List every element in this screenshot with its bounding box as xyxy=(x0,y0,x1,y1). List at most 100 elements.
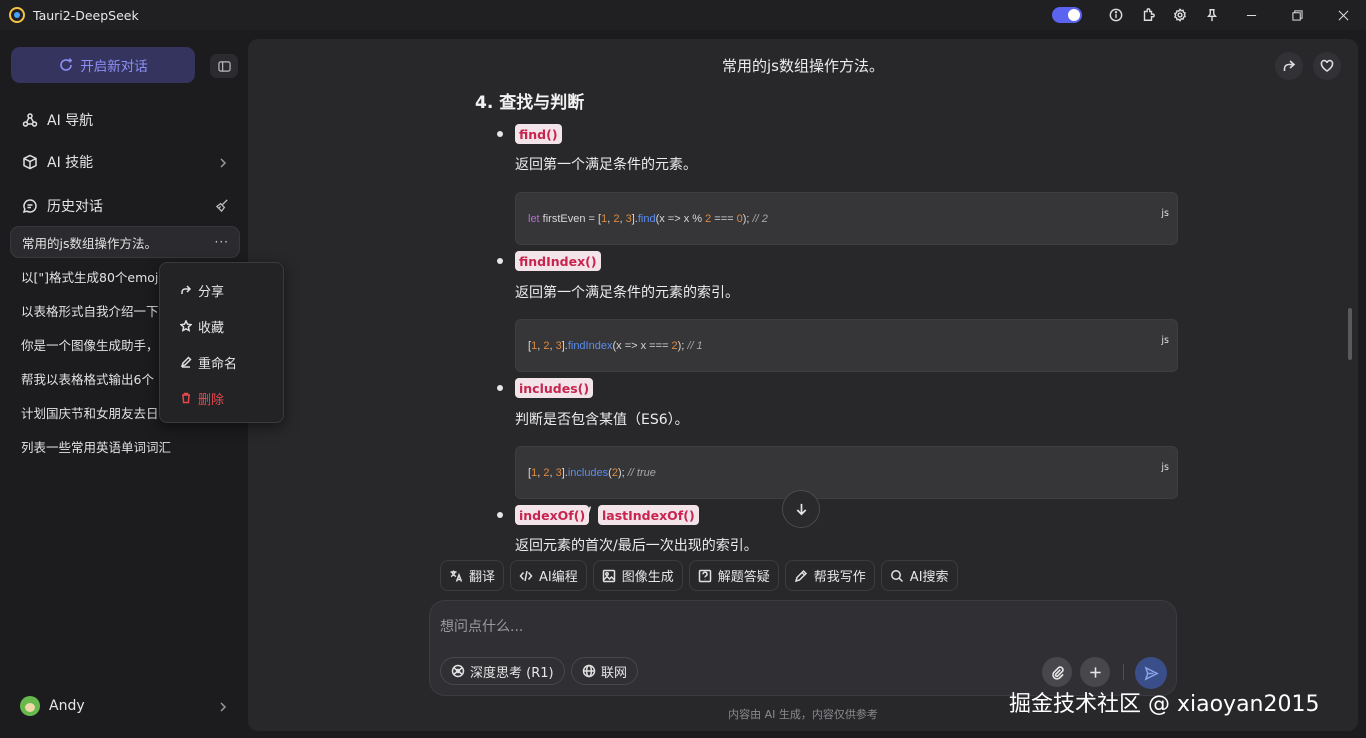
chevron-right-icon xyxy=(218,157,228,168)
sidebar-item-label: AI 导航 xyxy=(47,113,94,129)
separator: / xyxy=(586,505,592,521)
web-search-button[interactable]: 联网 xyxy=(571,657,639,685)
code-token: findIndex xyxy=(567,340,613,352)
code-token: find xyxy=(637,213,656,225)
code-language: js xyxy=(1161,335,1169,346)
send-icon xyxy=(1144,665,1159,681)
code-language: js xyxy=(1161,462,1169,473)
inline-code: findIndex() xyxy=(515,251,601,271)
search-icon xyxy=(890,569,903,582)
code-token: firstEven = [ xyxy=(539,213,602,225)
section-heading: 4. 查找与判断 xyxy=(475,93,585,113)
avatar xyxy=(20,696,40,716)
menu-item-rename[interactable]: 重命名 xyxy=(180,352,237,372)
extension-icon[interactable] xyxy=(1139,6,1157,24)
code-token: let xyxy=(528,213,540,225)
list-bullet xyxy=(497,258,503,264)
code-token: includes xyxy=(567,467,609,479)
sidebar-item-ai-skills[interactable]: AI 技能 xyxy=(22,151,93,173)
image-icon xyxy=(602,569,615,582)
menu-item-favorite[interactable]: 收藏 xyxy=(180,316,224,336)
paperclip-icon xyxy=(1051,665,1064,680)
deep-think-button[interactable]: 深度思考 (R1) xyxy=(440,657,565,685)
tool-image-button[interactable]: 图像生成 xyxy=(592,560,683,591)
pen-icon xyxy=(794,569,807,582)
scrollbar-thumb[interactable] xyxy=(1348,308,1352,360)
menu-item-share[interactable]: 分享 xyxy=(180,280,224,300)
share-icon xyxy=(1283,60,1296,71)
new-chat-label: 开启新对话 xyxy=(80,59,148,75)
plus-icon xyxy=(1089,666,1101,678)
history-label: 历史对话 xyxy=(47,199,103,215)
attach-button[interactable] xyxy=(1042,657,1072,687)
pin-icon[interactable] xyxy=(1203,6,1221,24)
close-icon[interactable] xyxy=(1320,0,1366,30)
menu-item-delete[interactable]: 删除 xyxy=(180,388,224,408)
deep-think-icon xyxy=(451,664,465,678)
code-line: [1, 2, 3].includes(2); // true xyxy=(528,467,656,479)
message-input[interactable] xyxy=(440,617,1000,637)
share-icon xyxy=(181,285,192,294)
composer: 深度思考 (R1) 联网 xyxy=(429,600,1177,696)
tool-code-button[interactable]: AI编程 xyxy=(510,560,587,591)
history-item[interactable]: 列表一些常用英语单词词汇 xyxy=(10,430,240,462)
share-button[interactable] xyxy=(1275,52,1303,80)
app-logo-icon xyxy=(9,7,25,23)
user-name: Andy xyxy=(49,698,85,714)
scroll-to-bottom-button[interactable] xyxy=(782,490,820,528)
inline-code: includes() xyxy=(515,378,594,398)
code-token: (x => x === xyxy=(612,340,672,352)
inline-code: find() xyxy=(515,124,562,144)
chat-bubble-icon xyxy=(22,199,37,214)
code-block: let firstEven = [1, 2, 3].find(x => x % … xyxy=(515,192,1178,245)
star-icon xyxy=(180,320,192,332)
arrow-down-icon xyxy=(796,503,806,515)
restore-icon[interactable] xyxy=(1274,0,1320,30)
user-profile[interactable]: Andy xyxy=(20,696,85,716)
cube-icon xyxy=(23,154,37,170)
theme-toggle[interactable] xyxy=(1052,7,1082,23)
code-block: [1, 2, 3].includes(2); // true js xyxy=(515,446,1178,499)
trash-icon xyxy=(182,392,190,404)
divider xyxy=(1123,664,1124,680)
add-button[interactable] xyxy=(1080,657,1110,687)
method-description: 判断是否包含某值（ES6）。 xyxy=(515,412,689,428)
nodes-icon xyxy=(22,113,38,127)
code-line: let firstEven = [1, 2, 3].find(x => x % … xyxy=(528,213,768,225)
tool-search-button[interactable]: AI搜索 xyxy=(880,560,958,591)
heart-icon xyxy=(1320,59,1334,72)
settings-icon[interactable] xyxy=(1171,6,1189,24)
collapse-sidebar-button[interactable] xyxy=(210,54,238,78)
list-bullet xyxy=(497,131,503,137)
code-token: // 1 xyxy=(687,340,703,352)
code-token: // 2 xyxy=(752,213,768,225)
globe-icon xyxy=(582,664,596,678)
edit-icon xyxy=(180,356,192,368)
tool-bar: 翻译 AI编程 图像生成 解题答疑 帮我写作 AI搜索 xyxy=(440,560,958,591)
code-token: (x => x % xyxy=(655,213,706,225)
favorite-button[interactable] xyxy=(1313,52,1341,80)
send-button[interactable] xyxy=(1135,657,1167,689)
code-icon xyxy=(519,570,533,581)
list-bullet xyxy=(497,512,503,518)
minimize-icon[interactable] xyxy=(1228,0,1274,30)
tool-write-button[interactable]: 帮我写作 xyxy=(784,560,875,591)
watermark: 掘金技术社区 @ xiaoyan2015 xyxy=(1009,692,1320,717)
tool-qa-button[interactable]: 解题答疑 xyxy=(688,560,779,591)
method-description: 返回第一个满足条件的元素的索引。 xyxy=(515,285,739,301)
code-block: [1, 2, 3].findIndex(x => x === 2); // 1 … xyxy=(515,319,1178,372)
code-token: ); xyxy=(677,340,688,352)
inline-code: indexOf() xyxy=(515,505,590,525)
clear-history-icon[interactable] xyxy=(215,198,230,213)
question-icon xyxy=(698,569,712,582)
info-icon[interactable] xyxy=(1107,6,1125,24)
history-item[interactable]: 常用的js数组操作方法。 ··· xyxy=(10,226,240,258)
tool-translate-button[interactable]: 翻译 xyxy=(440,560,505,591)
chat-title: 常用的js数组操作方法。 xyxy=(722,57,884,75)
more-options-icon[interactable]: ··· xyxy=(215,235,229,249)
new-chat-button[interactable]: 开启新对话 xyxy=(11,47,195,83)
method-description: 返回第一个满足条件的元素。 xyxy=(515,157,697,173)
window-title: Tauri2-DeepSeek xyxy=(33,7,139,23)
sidebar-item-ai-nav[interactable]: AI 导航 xyxy=(22,109,93,131)
chat-panel: 常用的js数组操作方法。 4. 查找与判断 find() 返回第一个满足条件的元… xyxy=(248,39,1358,731)
